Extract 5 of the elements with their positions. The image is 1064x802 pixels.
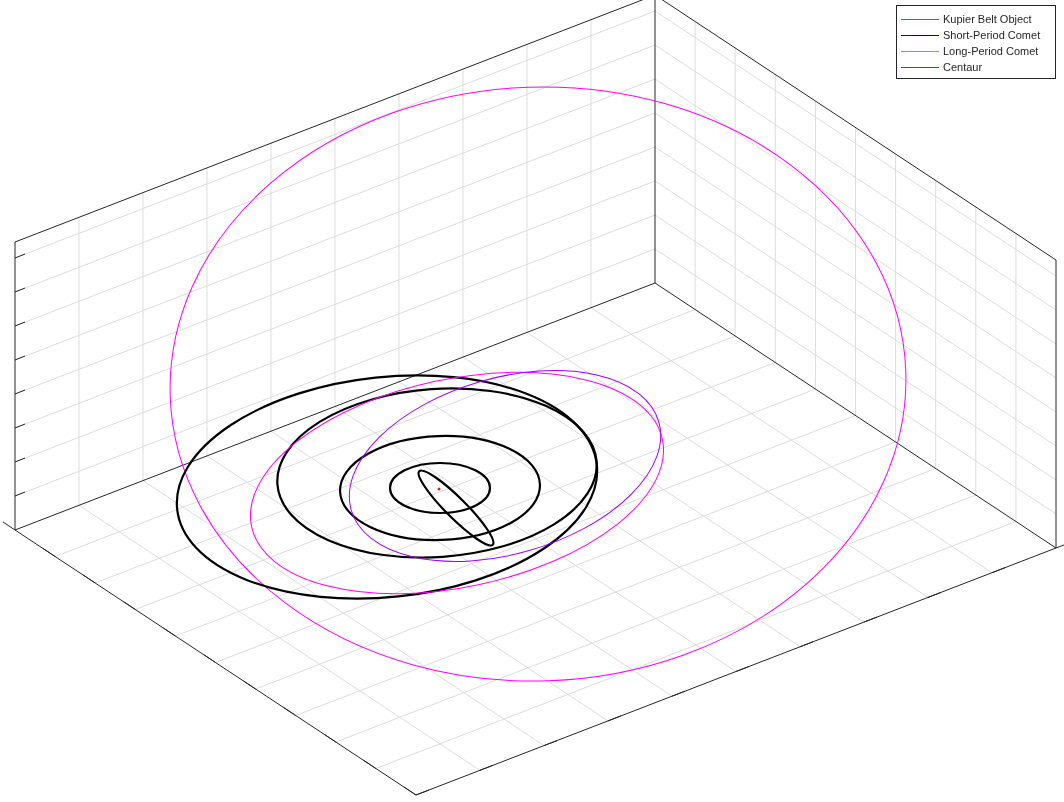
legend-label: Centaur [943,61,983,73]
sun-dot [437,487,441,491]
legend-label: Long-Period Comet [943,45,1039,57]
legend-label: Kupier Belt Object [943,13,1032,25]
legend-label: Short-Period Comet [943,29,1041,41]
